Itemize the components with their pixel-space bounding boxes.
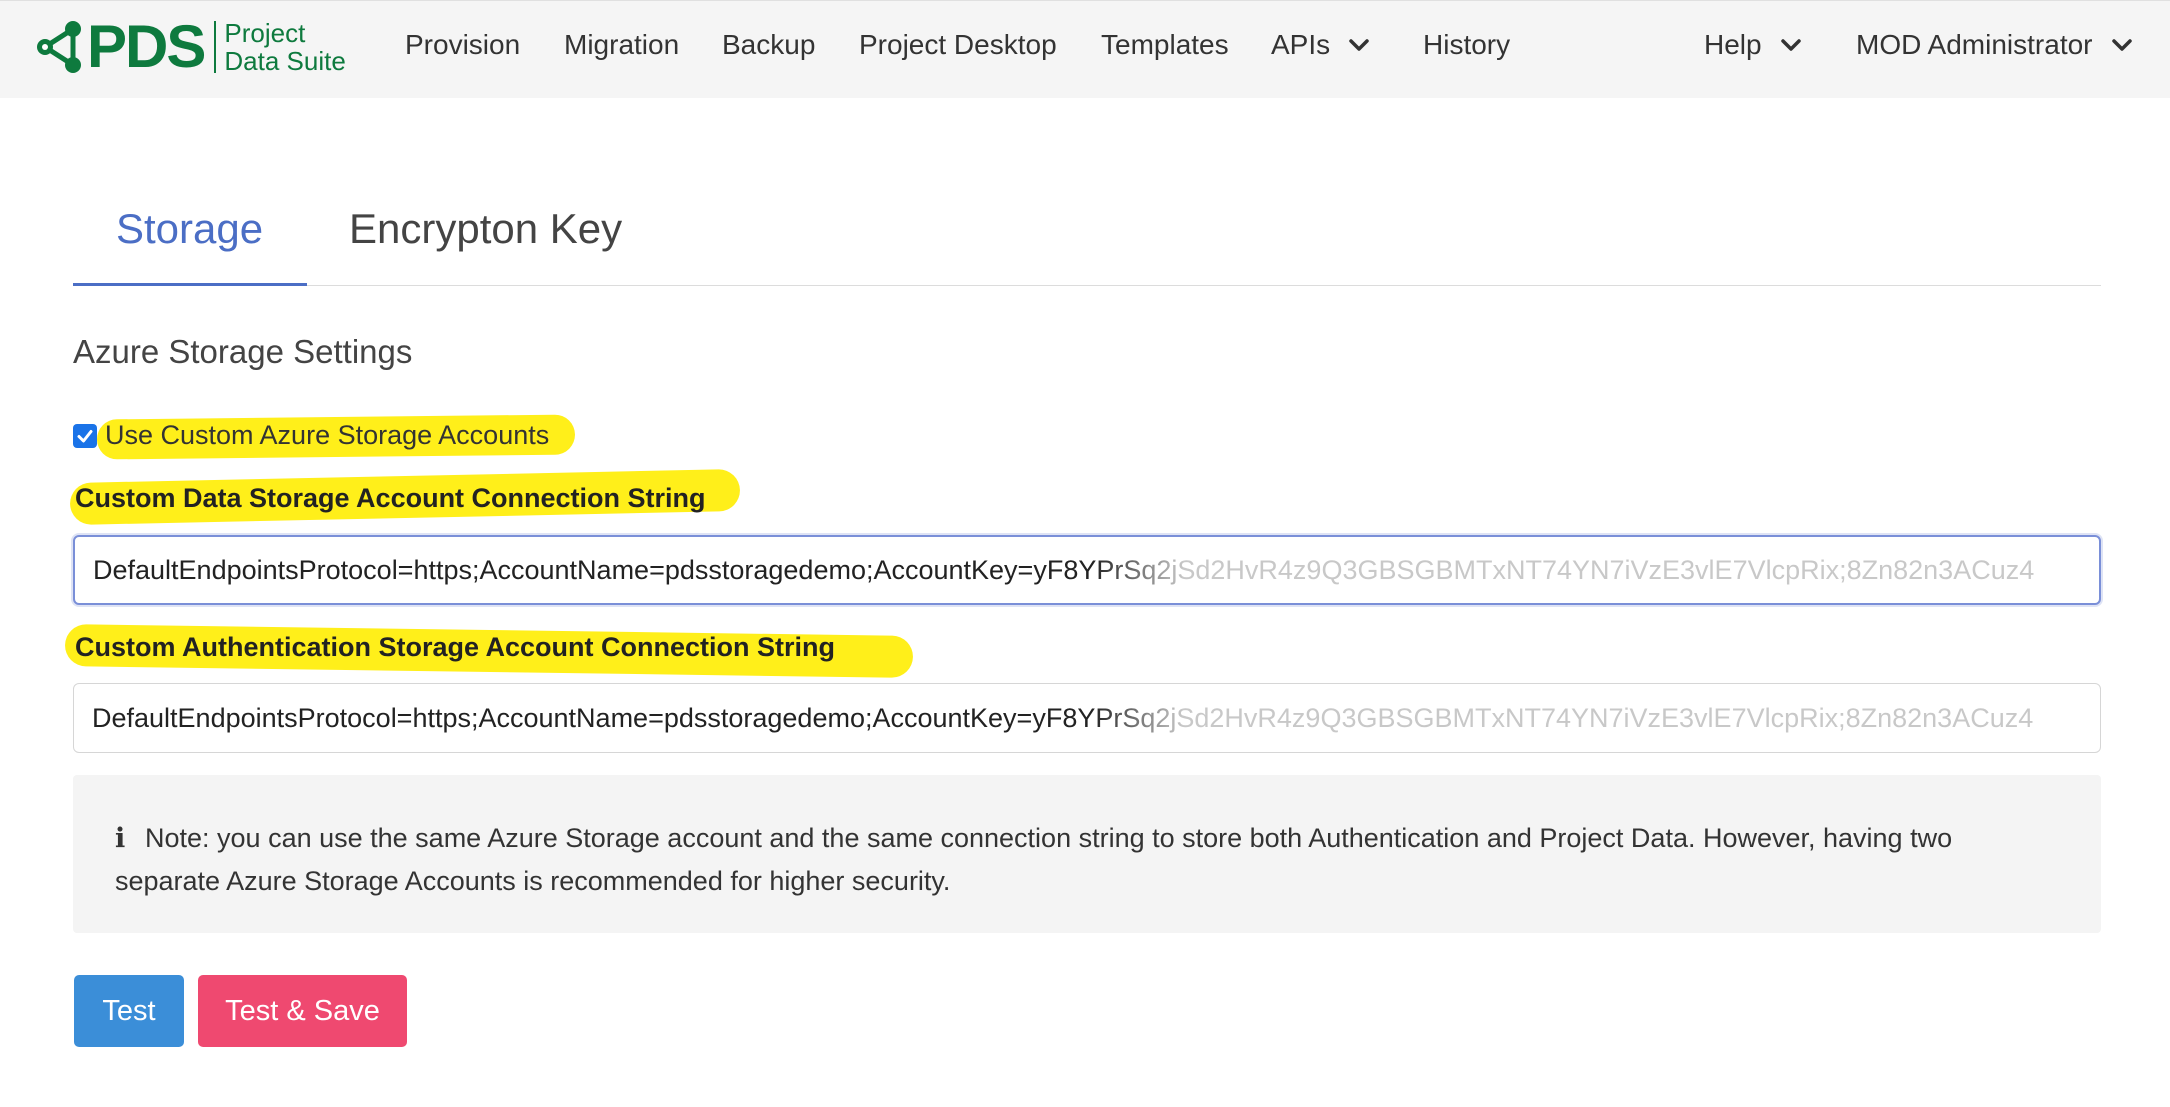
nav-label: MOD Administrator [1856,29,2093,60]
chevron-down-icon [2111,39,2132,51]
auth-connection-string-input[interactable]: DefaultEndpointsProtocol=https;AccountNa… [73,683,2101,753]
info-icon: i [115,823,126,854]
logo-divider [214,21,217,73]
logo-wordmark: PDS [87,13,206,80]
nav-label: Help [1704,29,1762,60]
auth-connection-label: Custom Authentication Storage Account Co… [75,632,835,662]
chevron-down-icon [1780,39,1801,51]
logo-line-1: Project [224,18,306,48]
test-and-save-button[interactable]: Test & Save [198,975,407,1047]
nav-label: History [1423,29,1511,60]
nav-label: Backup [722,29,816,60]
info-note: i Note: you can use the same Azure Storag… [73,775,2101,933]
nav-label: Provision [405,29,521,60]
nav-help-dropdown[interactable]: Help [1704,29,1804,61]
data-connection-string-value: DefaultEndpointsProtocol=https;AccountNa… [93,554,2035,585]
nav-label: Templates [1101,29,1229,60]
tab-storage[interactable]: Storage [116,205,263,253]
tab-encryption-key[interactable]: Encrypton Key [349,205,622,253]
data-connection-string-input[interactable]: DefaultEndpointsProtocol=https;AccountNa… [73,535,2101,605]
nav-label: APIs [1271,29,1331,60]
network-icon [37,21,81,73]
nav-project-desktop[interactable]: Project Desktop [859,29,1057,61]
nav-apis-dropdown[interactable]: APIs [1271,29,1372,61]
nav-backup[interactable]: Backup [722,29,815,61]
note-text: Note: you can use the same Azure Storage… [115,823,1953,896]
checkmark-icon [77,429,93,442]
nav-provision[interactable]: Provision [405,29,520,61]
chevron-down-icon [1349,39,1369,51]
pds-logo[interactable]: PDS Project Data Suite [33,17,346,77]
nav-label: Migration [564,29,680,60]
nav-history[interactable]: History [1423,29,1510,61]
nav-label: Project Desktop [859,29,1057,60]
logo-line-2: Data Suite [224,46,346,76]
data-connection-label: Custom Data Storage Account Connection S… [75,483,706,513]
top-navbar: PDS Project Data Suite Provision Migrati… [0,0,2170,98]
use-custom-storage-checkbox-row[interactable]: Use Custom Azure Storage Accounts [73,420,549,451]
section-title: Azure Storage Settings [73,333,413,370]
nav-migration[interactable]: Migration [564,29,679,61]
use-custom-storage-label[interactable]: Use Custom Azure Storage Accounts [105,420,549,451]
auth-connection-string-value: DefaultEndpointsProtocol=https;AccountNa… [92,702,2034,733]
use-custom-storage-checkbox[interactable] [73,423,97,448]
active-tab-indicator [73,283,307,286]
tab-divider [73,285,2101,286]
test-button[interactable]: Test [74,975,184,1047]
logo-product-name: Project Data Suite [224,19,345,75]
nav-user-menu[interactable]: MOD Administrator [1856,29,2135,61]
nav-templates[interactable]: Templates [1101,29,1229,61]
